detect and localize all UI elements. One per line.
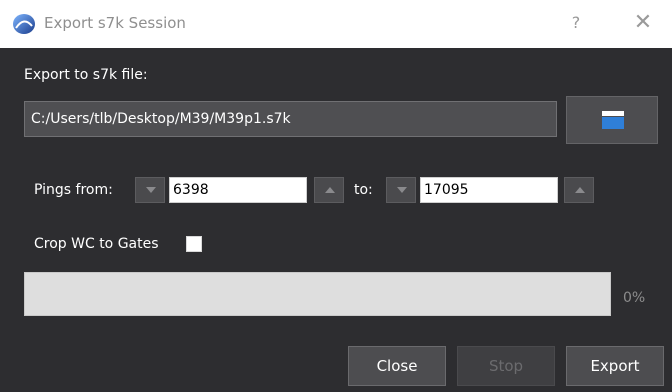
- window-title: Export s7k Session: [44, 14, 186, 32]
- pings-to-input[interactable]: [420, 177, 558, 203]
- stop-button[interactable]: Stop: [457, 346, 555, 386]
- browse-button[interactable]: [566, 96, 658, 144]
- arrow-up-icon: [325, 187, 335, 193]
- pings-from-increment-button[interactable]: [314, 177, 344, 203]
- pings-from-label: Pings from:: [34, 182, 113, 198]
- progress-percent: 0%: [623, 290, 646, 306]
- export-button[interactable]: Export: [566, 346, 664, 386]
- title-bar: Export s7k Session ? ✕: [0, 0, 672, 48]
- pings-to-decrement-button[interactable]: [386, 177, 416, 203]
- app-logo-icon: [13, 14, 35, 34]
- pings-to-label: to:: [354, 182, 373, 198]
- pings-to-increment-button[interactable]: [564, 177, 594, 203]
- arrow-down-icon: [397, 187, 407, 193]
- crop-wc-label: Crop WC to Gates: [34, 236, 159, 252]
- file-path-input[interactable]: [24, 101, 557, 137]
- progress-bar: [24, 272, 611, 316]
- arrow-down-icon: [146, 187, 156, 193]
- help-button[interactable]: ?: [566, 12, 586, 34]
- crop-wc-checkbox[interactable]: [186, 236, 202, 252]
- close-window-icon[interactable]: ✕: [630, 10, 656, 36]
- export-file-label: Export to s7k file:: [24, 67, 148, 83]
- pings-from-input[interactable]: [169, 177, 307, 203]
- close-button[interactable]: Close: [348, 346, 446, 386]
- folder-icon: [602, 111, 624, 129]
- arrow-up-icon: [575, 187, 585, 193]
- pings-from-decrement-button[interactable]: [135, 177, 165, 203]
